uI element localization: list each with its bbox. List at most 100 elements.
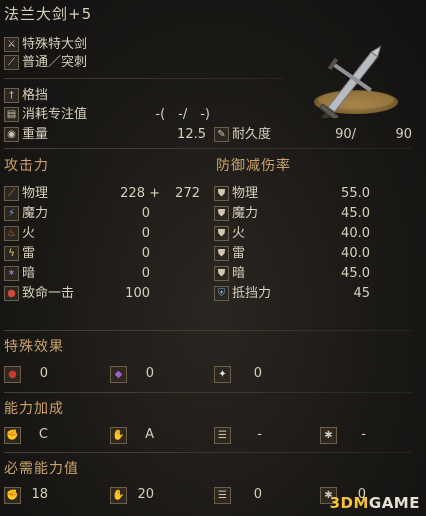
divider xyxy=(4,330,412,331)
attack-row-lightning: ϟ 雷 0 xyxy=(4,245,150,263)
divider xyxy=(4,78,284,79)
defense-label: 火 xyxy=(232,226,246,241)
physical-defense-icon: ⛊ xyxy=(214,186,229,201)
dark-defense-icon: ⛊ xyxy=(214,266,229,281)
attack-label: 魔力 xyxy=(22,206,49,221)
attack-bonus-value: 272 xyxy=(175,186,200,201)
critical-icon: ● xyxy=(4,286,19,301)
defense-label: 雷 xyxy=(232,246,246,261)
divider xyxy=(4,148,412,149)
durability-icon: ✎ xyxy=(214,127,229,142)
defense-header: 防御减伤率 xyxy=(216,158,291,174)
attack-type: 普通／突刺 xyxy=(22,55,88,70)
defense-value: 40.0 xyxy=(341,226,370,241)
watermark-part-a: 3DM xyxy=(329,494,369,512)
faith-icon: ✱ xyxy=(320,427,337,444)
dexterity-icon: ✋ xyxy=(110,487,127,504)
strength-icon: ✊ xyxy=(4,487,21,504)
dexterity-icon: ✋ xyxy=(110,427,127,444)
defense-value: 40.0 xyxy=(341,246,370,261)
frost-icon: ✦ xyxy=(214,366,231,383)
dark-attack-icon: ✶ xyxy=(4,266,19,281)
attack-value: 228 + xyxy=(120,186,160,201)
intelligence-icon: ☰ xyxy=(214,427,231,444)
divider xyxy=(4,392,412,393)
defense-row-stability: ⛨ 抵挡力 45 xyxy=(214,285,370,303)
defense-label: 抵挡力 xyxy=(232,286,272,301)
defense-row-fire: ⛊ 火 40.0 xyxy=(214,225,370,243)
scaling-value: C xyxy=(38,427,48,442)
fp-cost-value: -( -/ -) xyxy=(155,107,210,122)
effect-value: 0 xyxy=(253,366,262,381)
scaling-value: - xyxy=(361,427,366,442)
greatsword-icon xyxy=(314,45,398,118)
requirement-value: 20 xyxy=(137,487,154,502)
attack-value: 0 xyxy=(141,246,150,261)
attack-label: 致命一击 xyxy=(22,286,75,301)
defense-label: 物理 xyxy=(232,186,259,201)
weapon-name: 法兰大剑+5 xyxy=(4,5,93,23)
attack-type-icon: ⟋ xyxy=(4,55,19,70)
fire-defense-icon: ⛊ xyxy=(214,226,229,241)
weight-row: ◉ 重量 12.5 xyxy=(4,126,206,144)
attack-value: 0 xyxy=(141,226,150,241)
requirement-value: 18 xyxy=(31,487,48,502)
scaling-value: - xyxy=(257,427,262,442)
divider xyxy=(4,452,412,453)
requirements-header: 必需能力值 xyxy=(4,461,79,477)
durability-max: 90 xyxy=(395,127,412,142)
durability-current: 90/ xyxy=(335,127,356,142)
strength-icon: ✊ xyxy=(4,427,21,444)
weight-icon: ◉ xyxy=(4,127,19,142)
defense-row-physical: ⛊ 物理 55.0 xyxy=(214,185,370,203)
intelligence-icon: ☰ xyxy=(214,487,231,504)
effect-value: 0 xyxy=(145,366,154,381)
fp-cost-row: ▤ 消耗专注值 -( -/ -) xyxy=(4,106,210,124)
attack-value: 0 xyxy=(141,206,150,221)
magic-defense-icon: ⛊ xyxy=(214,206,229,221)
durability-label: 耐久度 xyxy=(232,127,272,142)
defense-row-dark: ⛊ 暗 45.0 xyxy=(214,265,370,283)
defense-label: 暗 xyxy=(232,266,246,281)
effects-header: 特殊效果 xyxy=(4,339,64,355)
attack-header: 攻击力 xyxy=(4,158,49,174)
defense-label: 魔力 xyxy=(232,206,259,221)
attack-row-dark: ✶ 暗 0 xyxy=(4,265,150,283)
fire-attack-icon: ♨ xyxy=(4,226,19,241)
poison-icon: ◆ xyxy=(110,366,127,383)
defense-value: 45.0 xyxy=(341,266,370,281)
weight-value: 12.5 xyxy=(177,127,206,142)
watermark-part-b: GAME xyxy=(368,494,420,512)
requirement-value: 0 xyxy=(253,487,262,502)
magic-attack-icon: ⚡ xyxy=(4,206,19,221)
lightning-defense-icon: ⛊ xyxy=(214,246,229,261)
bleed-icon: ● xyxy=(4,366,21,383)
defense-value: 45 xyxy=(353,286,370,301)
fp-icon: ▤ xyxy=(4,107,19,122)
attack-row-magic: ⚡ 魔力 0 xyxy=(4,205,150,223)
defense-value: 45.0 xyxy=(341,206,370,221)
attack-label: 物理 xyxy=(22,186,49,201)
weight-label: 重量 xyxy=(22,127,49,142)
attack-label: 火 xyxy=(22,226,36,241)
durability-row: ✎ 耐久度 90/ 90 xyxy=(214,126,412,144)
attack-row-critical: ● 致命一击 100 xyxy=(4,285,150,303)
attack-row-physical: ⟋ 物理 228 + 272 xyxy=(4,185,200,203)
defense-value: 55.0 xyxy=(341,186,370,201)
lightning-attack-icon: ϟ xyxy=(4,246,19,261)
attack-row-fire: ♨ 火 0 xyxy=(4,225,150,243)
attack-label: 暗 xyxy=(22,266,36,281)
effect-value: 0 xyxy=(39,366,48,381)
stability-icon: ⛨ xyxy=(214,286,229,301)
skill-name: 格挡 xyxy=(22,88,49,103)
scaling-value: A xyxy=(145,427,154,442)
scaling-header: 能力加成 xyxy=(4,401,64,417)
watermark-logo: 3DMGAME xyxy=(330,494,420,512)
attack-value: 0 xyxy=(141,266,150,281)
fp-cost-label: 消耗专注值 xyxy=(22,107,88,122)
physical-attack-icon: ⟋ xyxy=(4,186,19,201)
defense-row-lightning: ⛊ 雷 40.0 xyxy=(214,245,370,263)
skill-icon: † xyxy=(4,88,19,103)
attack-label: 雷 xyxy=(22,246,36,261)
sword-category-icon: ⚔ xyxy=(4,37,19,52)
